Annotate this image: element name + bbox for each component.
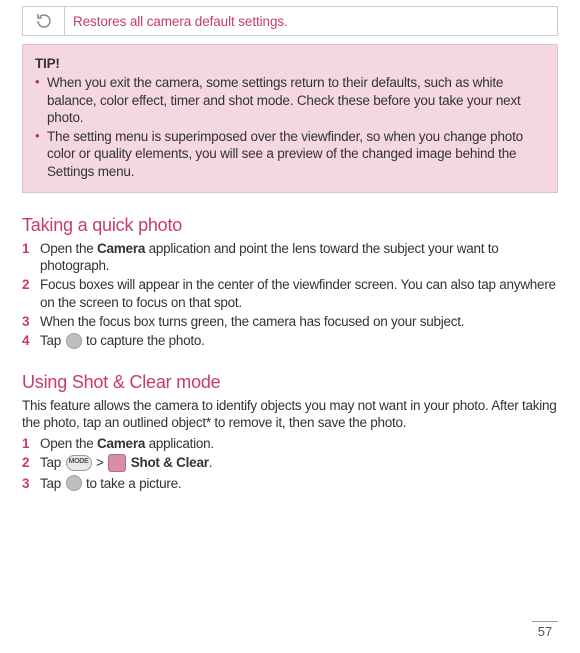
page-root: Restores all camera default settings. TI… (0, 0, 580, 653)
shot-clear-intro: This feature allows the camera to identi… (22, 397, 558, 432)
setting-row: Restores all camera default settings. (22, 6, 558, 36)
step-text-pre: Open the (40, 241, 97, 256)
tip-item: When you exit the camera, some settings … (35, 74, 545, 126)
step-text-post: to take a picture. (83, 476, 182, 491)
step: When the focus box turns green, the came… (22, 313, 558, 330)
quick-photo-steps: Open the Camera application and point th… (22, 240, 558, 350)
mode-icon: MODE (66, 455, 92, 471)
step-gt: > (93, 455, 108, 470)
heading-shot-clear: Using Shot & Clear mode (22, 372, 558, 393)
step-text-pre: Tap (40, 476, 65, 491)
step-text-post: application. (145, 436, 214, 451)
setting-description: Restores all camera default settings. (65, 7, 557, 35)
reset-icon (35, 12, 53, 30)
step: Tap to take a picture. (22, 475, 558, 492)
tip-list: When you exit the camera, some settings … (35, 74, 545, 180)
capture-icon (66, 475, 82, 491)
step: Open the Camera application and point th… (22, 240, 558, 275)
setting-icon-cell (23, 7, 65, 35)
step: Tap to capture the photo. (22, 332, 558, 349)
heading-quick-photo: Taking a quick photo (22, 215, 558, 236)
page-number: 57 (532, 621, 558, 639)
step: Focus boxes will appear in the center of… (22, 276, 558, 311)
step: Open the Camera application. (22, 435, 558, 452)
step-text-pre: Tap (40, 333, 65, 348)
shot-clear-icon (108, 454, 126, 472)
step: Tap MODE > Shot & Clear. (22, 454, 558, 472)
tip-box: TIP! When you exit the camera, some sett… (22, 44, 558, 193)
step-text-bold: Camera (97, 436, 145, 451)
step-text-pre: Tap (40, 455, 65, 470)
step-text-bold: Shot & Clear (131, 455, 209, 470)
step-text-post: to capture the photo. (83, 333, 205, 348)
shot-clear-steps: Open the Camera application. Tap MODE > … (22, 435, 558, 492)
step-text-pre: Open the (40, 436, 97, 451)
capture-icon (66, 333, 82, 349)
step-text-bold: Camera (97, 241, 145, 256)
tip-item: The setting menu is superimposed over th… (35, 128, 545, 180)
step-text-post: . (209, 455, 213, 470)
tip-title: TIP! (35, 55, 545, 72)
